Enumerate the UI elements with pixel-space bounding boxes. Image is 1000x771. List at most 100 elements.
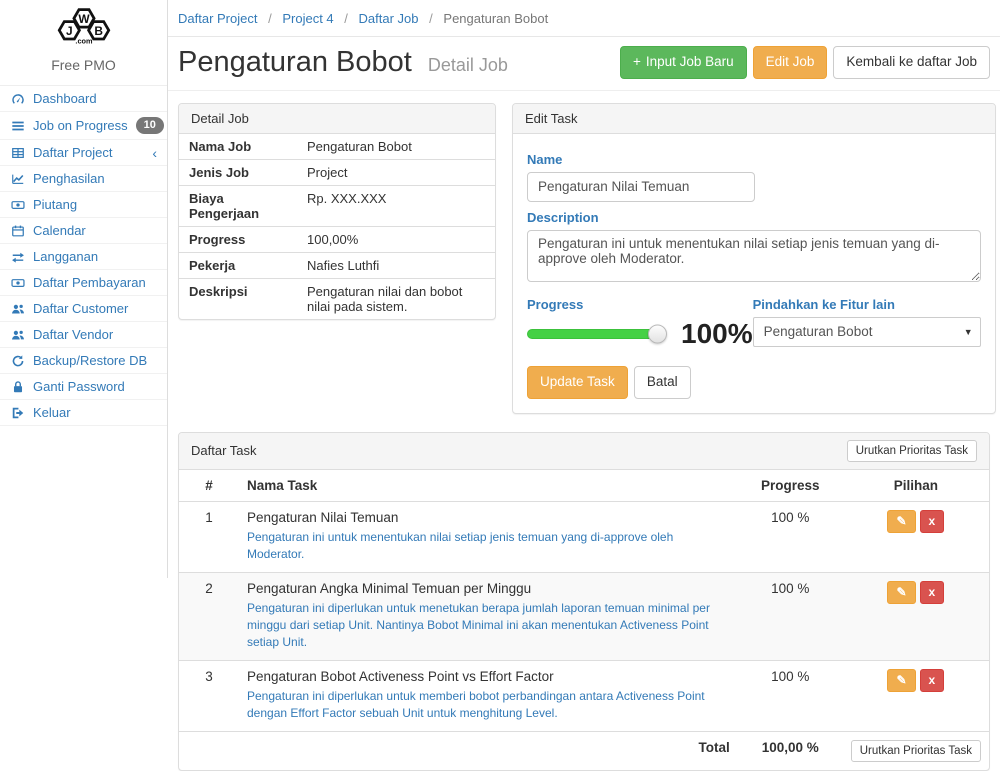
sidebar-item-label: Ganti Password <box>33 379 125 394</box>
column-header-num: # <box>179 470 239 502</box>
task-actions: ✎ x <box>843 660 989 731</box>
description-label: Description <box>527 210 981 225</box>
total-progress-value: 100,00 % <box>738 731 843 770</box>
move-feature-select-wrap: Pengaturan Bobot ▼ <box>753 317 981 347</box>
detail-value: Pengaturan Bobot <box>297 134 495 160</box>
sidebar: W J B .com Free PMO Dashboard Job on Pro… <box>0 0 168 578</box>
delete-task-row-button[interactable]: x <box>920 669 945 693</box>
task-name-input[interactable] <box>527 172 755 202</box>
breadcrumb-link-daftar-project[interactable]: Daftar Project <box>178 11 257 26</box>
delete-task-row-button[interactable]: x <box>920 581 945 605</box>
column-header-pilihan: Pilihan <box>843 470 989 502</box>
sidebar-item-daftar-customer[interactable]: Daftar Customer <box>0 296 167 322</box>
task-name-cell: Pengaturan Bobot Activeness Point vs Eff… <box>239 660 738 731</box>
move-feature-label: Pindahkan ke Fitur lain <box>753 297 981 312</box>
edit-task-row-button[interactable]: ✎ <box>887 581 915 605</box>
input-job-baru-button[interactable]: + Input Job Baru <box>620 46 747 79</box>
task-number: 1 <box>179 501 239 572</box>
topbar: Daftar Project / Project 4 / Daftar Job … <box>168 0 1000 37</box>
daftar-task-panel-heading: Daftar Task Urutkan Prioritas Task <box>179 433 989 470</box>
detail-value: Nafies Luthfi <box>297 252 495 278</box>
sidebar-item-daftar-pembayaran[interactable]: Daftar Pembayaran <box>0 270 167 296</box>
brand-logo[interactable]: W J B .com <box>0 0 167 53</box>
progress-slider-line: 100% <box>527 318 753 350</box>
sidebar-item-daftar-project[interactable]: Daftar Project ‹ <box>0 140 167 166</box>
daftar-task-panel-title: Daftar Task <box>191 443 257 458</box>
sidebar-item-backup-restore[interactable]: Backup/Restore DB <box>0 348 167 374</box>
progress-value: 100% <box>681 318 753 350</box>
refresh-icon <box>10 354 25 368</box>
sidebar-item-label: Daftar Vendor <box>33 327 113 342</box>
urutkan-prioritas-button-bottom[interactable]: Urutkan Prioritas Task <box>851 740 981 762</box>
page-header: Pengaturan Bobot Detail Job + Input Job … <box>168 37 1000 91</box>
sidebar-item-ganti-password[interactable]: Ganti Password <box>0 374 167 400</box>
sidebar-item-langganan[interactable]: Langganan <box>0 244 167 270</box>
move-column: Pindahkan ke Fitur lain Pengaturan Bobot… <box>753 289 981 350</box>
progress-slider-handle[interactable] <box>648 324 667 343</box>
sidebar-item-keluar[interactable]: Keluar <box>0 400 167 426</box>
task-description-textarea[interactable]: Pengaturan ini untuk menentukan nilai se… <box>527 230 981 282</box>
money-icon <box>10 276 25 290</box>
name-label: Name <box>527 152 981 167</box>
job-count-badge: 10 <box>136 117 164 134</box>
edit-task-row-button[interactable]: ✎ <box>887 669 915 693</box>
kembali-ke-daftar-job-button[interactable]: Kembali ke daftar Job <box>833 46 990 79</box>
progress-slider[interactable] <box>527 329 659 339</box>
detail-row-progress: Progress 100,00% <box>179 226 495 252</box>
detail-value: Project <box>297 159 495 185</box>
breadcrumb-separator: / <box>429 11 433 26</box>
task-progress: 100 % <box>738 501 843 572</box>
batal-button[interactable]: Batal <box>634 366 691 399</box>
edit-icon: ✎ <box>896 585 906 601</box>
sidebar-item-label: Daftar Pembayaran <box>33 275 146 290</box>
sidebar-item-label: Penghasilan <box>33 171 105 186</box>
footer-actions-cell: Urutkan Prioritas Task <box>843 731 989 770</box>
jwb-logo-icon: W J B .com <box>38 6 130 50</box>
breadcrumb-link-daftar-job[interactable]: Daftar Job <box>359 11 419 26</box>
sidebar-item-piutang[interactable]: Piutang <box>0 192 167 218</box>
sidebar-menu: Dashboard Job on Progress 10 Daftar Proj… <box>0 85 167 426</box>
edit-icon: ✎ <box>896 514 906 530</box>
task-number: 3 <box>179 660 239 731</box>
detail-value: Pengaturan nilai dan bobot nilai pada si… <box>297 278 495 319</box>
sidebar-item-label: Backup/Restore DB <box>33 353 147 368</box>
detail-job-panel-title: Detail Job <box>179 104 495 134</box>
list-icon <box>10 119 25 133</box>
progress-move-row: Progress 100% Pindahkan ke Fitur lain <box>527 289 981 350</box>
logo-letter-w: W <box>78 12 90 26</box>
task-name: Pengaturan Nilai Temuan <box>247 510 730 525</box>
detail-row-nama-job: Nama Job Pengaturan Bobot <box>179 134 495 160</box>
edit-job-button[interactable]: Edit Job <box>753 46 828 79</box>
edit-task-buttons: Update Task Batal <box>527 366 981 399</box>
edit-task-form: Name Description Pengaturan ini untuk me… <box>513 134 995 413</box>
sidebar-item-dashboard[interactable]: Dashboard <box>0 86 167 112</box>
app-window: W J B .com Free PMO Dashboard Job on Pro… <box>0 0 1000 578</box>
sidebar-item-label: Calendar <box>33 223 86 238</box>
plus-icon: + <box>633 53 641 72</box>
lock-icon <box>10 380 25 394</box>
detail-label: Jenis Job <box>179 159 297 185</box>
sidebar-item-calendar[interactable]: Calendar <box>0 218 167 244</box>
delete-task-row-button[interactable]: x <box>920 510 945 534</box>
task-progress: 100 % <box>738 660 843 731</box>
urutkan-prioritas-button-top[interactable]: Urutkan Prioritas Task <box>847 440 977 462</box>
exchange-icon <box>10 250 25 264</box>
line-chart-icon <box>10 172 25 186</box>
edit-task-row-button[interactable]: ✎ <box>887 510 915 534</box>
users-icon <box>10 302 25 316</box>
detail-job-panel: Detail Job Nama Job Pengaturan Bobot Jen… <box>178 103 496 320</box>
sidebar-item-label: Dashboard <box>33 91 97 106</box>
task-name: Pengaturan Angka Minimal Temuan per Ming… <box>247 581 730 596</box>
breadcrumb-link-project-4[interactable]: Project 4 <box>282 11 333 26</box>
move-feature-select[interactable]: Pengaturan Bobot <box>753 317 981 347</box>
task-name: Pengaturan Bobot Activeness Point vs Eff… <box>247 669 730 684</box>
users-icon <box>10 328 25 342</box>
detail-label: Nama Job <box>179 134 297 160</box>
sidebar-item-penghasilan[interactable]: Penghasilan <box>0 166 167 192</box>
sidebar-item-job-on-progress[interactable]: Job on Progress 10 <box>0 112 167 140</box>
sidebar-item-daftar-vendor[interactable]: Daftar Vendor <box>0 322 167 348</box>
total-label: Total <box>179 731 738 770</box>
progress-column: Progress 100% <box>527 289 753 350</box>
page-subtitle: Detail Job <box>428 55 508 75</box>
update-task-button[interactable]: Update Task <box>527 366 628 399</box>
